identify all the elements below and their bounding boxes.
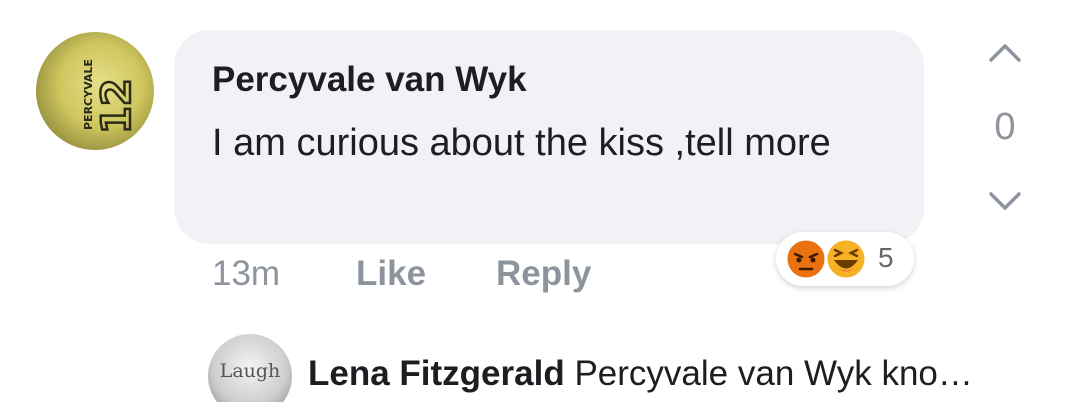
comment-author[interactable]: Percyvale van Wyk <box>212 60 527 100</box>
reply-avatar[interactable]: Laugh <box>208 334 292 402</box>
angry-icon <box>784 237 828 281</box>
comment-bubble: Percyvale van Wyk I am curious about the… <box>174 30 924 244</box>
reply-avatar-text: Laugh <box>219 360 281 382</box>
haha-icon <box>824 237 868 281</box>
jersey-avatar-image: PERCYVALE 12 <box>82 59 141 135</box>
comment-thread: PERCYVALE 12 Percyvale van Wyk I am curi… <box>0 0 1080 402</box>
like-button[interactable]: Like <box>356 254 426 294</box>
downvote-button[interactable] <box>985 186 1025 216</box>
chevron-up-icon <box>989 44 1021 62</box>
reply-author[interactable]: Lena Fitzgerald <box>308 354 565 393</box>
chevron-down-icon <box>989 192 1021 210</box>
reaction-count: 5 <box>878 242 894 273</box>
upvote-button[interactable] <box>985 36 1025 66</box>
reply-text: Percyvale van Wyk kno… <box>574 354 973 393</box>
jersey-number-text: 12 <box>94 78 140 134</box>
reactions-summary[interactable]: 5 <box>776 232 914 286</box>
reply-preview[interactable]: Lena Fitzgerald Percyvale van Wyk kno… <box>308 354 1068 394</box>
comment-timestamp[interactable]: 13m <box>212 254 280 294</box>
comment-text: I am curious about the kiss ,tell more <box>212 122 831 164</box>
vote-count: 0 <box>994 106 1016 148</box>
commenter-avatar[interactable]: PERCYVALE 12 <box>36 32 154 150</box>
reply-button[interactable]: Reply <box>496 254 591 294</box>
